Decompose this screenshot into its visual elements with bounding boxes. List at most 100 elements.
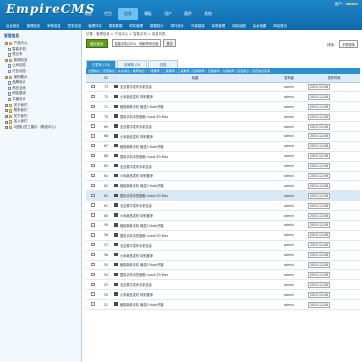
expand-icon[interactable]: + (5, 126, 8, 130)
row-title-link[interactable]: 无边框中发布手机信息 (120, 85, 152, 89)
row-title-link[interactable]: 小米新品发布 特别推荐 (120, 214, 153, 218)
table-row[interactable]: 53 无边框中发布手机信息 admin 2015-12-08 (86, 279, 360, 291)
sub-nav-item[interactable]: 更新数据 (109, 22, 123, 30)
row-title-link[interactable]: 魅族新款手机 魅蓝3 Note开箱 (120, 145, 163, 149)
row-checkbox[interactable] (91, 213, 95, 217)
row-title-link[interactable]: 魅族新款手机 魅蓝3 Note开箱 (120, 184, 163, 188)
top-nav-item[interactable]: 信息 (118, 8, 138, 20)
table-row[interactable]: 65 无边框中发布手机信息 admin 2015-12-08 (86, 161, 360, 172)
collapse-icon[interactable]: − (5, 59, 8, 63)
expand-icon[interactable]: + (5, 109, 8, 113)
top-nav-item[interactable]: 栏目 (98, 8, 118, 20)
row-checkbox[interactable] (91, 173, 95, 178)
sub-nav-item[interactable]: 后台首页 (6, 22, 20, 30)
user-name[interactable]: admin (345, 2, 358, 6)
table-row[interactable]: 73 无边框中发布手机信息 admin 2015-12-08 (86, 82, 360, 93)
row-title-link[interactable]: 小米新品发布 特别推荐 (120, 95, 153, 99)
sub-nav-item[interactable]: 标签管理 (212, 22, 226, 30)
col-time[interactable]: 发布时间 (308, 74, 360, 83)
row-title-link[interactable]: 魅族新款手机 魅蓝3 Note开箱 (120, 224, 163, 228)
row-title-link[interactable]: 魅族新款手机 魅蓝3 Note开箱 (120, 303, 163, 307)
row-title-link[interactable]: 小米新品发布 特别推荐 (120, 135, 153, 139)
sub-nav-item[interactable]: 外部链接 (191, 22, 205, 30)
table-row[interactable]: 64 小米新品发布 特别推荐 admin 2015-12-08 (86, 171, 360, 182)
row-checkbox[interactable] (91, 262, 95, 267)
table-row[interactable]: 70 国际手机中的旗舰 nubia Z9 Max admin 2015-12-08 (86, 111, 360, 123)
table-row[interactable]: 58 国际手机中的旗舰 nubia Z9 Max admin 2015-12-08 (86, 230, 360, 241)
table-row[interactable]: 69 无边框中发布手机信息 admin 2015-12-08 (86, 121, 360, 132)
sort-select[interactable]: 不限排序 (339, 40, 358, 49)
row-checkbox[interactable] (91, 94, 95, 99)
row-title-link[interactable]: 国际手机中的旗舰 nubia Z9 Max (120, 115, 168, 119)
row-title-link[interactable]: 国际手机中的旗舰 nubia Z9 Max (120, 273, 168, 277)
status-tab[interactable]: 归档 (148, 60, 178, 68)
collapse-icon[interactable]: − (5, 75, 8, 79)
row-title-link[interactable]: 魅族新款手机 魅蓝3 Note开箱 (120, 105, 163, 109)
collapse-icon[interactable]: − (5, 42, 8, 46)
row-title-link[interactable]: 小米新品发布 特别推荐 (120, 174, 153, 178)
table-row[interactable]: 72 小米新品发布 特别推荐 admin 2015-12-08 (86, 91, 360, 103)
table-row[interactable]: 63 魅族新款手机 魅蓝3 Note开箱 admin 2015-12-08 (86, 180, 360, 192)
expand-icon[interactable]: + (5, 103, 8, 107)
sub-nav-item[interactable]: 网站首页 (273, 22, 287, 30)
add-info-button[interactable]: 增加信息 (86, 38, 108, 48)
top-nav-item[interactable]: 模板 (138, 8, 158, 20)
row-checkbox[interactable] (91, 104, 95, 108)
row-title-link[interactable]: 无边框中发布手机信息 (120, 125, 152, 129)
status-tab[interactable]: 已发布 (33) (86, 60, 116, 68)
expand-icon[interactable]: + (5, 115, 8, 119)
sub-nav-item[interactable]: 审核信息 (47, 22, 61, 30)
table-row[interactable]: 66 国际手机中的旗舰 nubia Z9 Max admin 2015-12-08 (86, 151, 360, 162)
row-title-link[interactable]: 小米新品发布 特别推荐 (120, 293, 153, 297)
top-nav-item[interactable]: 插件 (178, 8, 198, 20)
sub-nav-item[interactable]: 后台地图 (253, 22, 267, 30)
row-checkbox[interactable] (91, 114, 95, 118)
row-checkbox[interactable] (91, 243, 95, 247)
table-row[interactable]: 60 小米新品发布 特别推荐 admin 2015-12-08 (86, 210, 360, 221)
category-select[interactable]: 智能手机(ID:5) · 刷新所有页面 (111, 38, 162, 48)
top-nav-item[interactable]: 其他 (198, 8, 218, 20)
row-checkbox[interactable] (91, 292, 95, 296)
table-row[interactable]: 52 小米新品发布 特别推荐 admin 2015-12-08 (86, 289, 360, 301)
row-title-link[interactable]: 无边框中发布手机信息 (120, 165, 152, 169)
row-title-link[interactable]: 国际手机中的旗舰 nubia Z9 Max (120, 194, 168, 198)
status-tab[interactable]: 待审核 (0) (117, 60, 147, 68)
row-checkbox[interactable] (91, 282, 95, 286)
table-row[interactable]: 57 无边框中发布手机信息 admin 2015-12-08 (86, 240, 360, 251)
row-checkbox[interactable] (91, 153, 95, 158)
row-checkbox[interactable] (91, 203, 95, 207)
row-checkbox[interactable] (91, 193, 95, 197)
row-checkbox[interactable] (91, 124, 95, 128)
sub-nav-item[interactable]: 附件管理 (129, 22, 143, 30)
top-nav-item[interactable]: 用户 (158, 8, 178, 20)
sub-nav-item[interactable]: 签发信息 (68, 22, 82, 30)
table-row[interactable]: 51 魅族新款手机 魅蓝3 Note开箱 admin 2015-12-08 (86, 299, 360, 310)
table-row[interactable]: 62 国际手机中的旗舰 nubia Z9 Max admin 2015-12-08 (86, 190, 360, 202)
sub-nav-item[interactable]: 排行统计 (171, 22, 185, 30)
table-row[interactable]: 56 小米新品发布 特别推荐 admin 2015-12-08 (86, 250, 360, 261)
table-row[interactable]: 59 魅族新款手机 魅蓝3 Note开箱 admin 2015-12-08 (86, 220, 360, 231)
table-row[interactable]: 71 魅族新款手机 魅蓝3 Note开箱 admin 2015-12-08 (86, 101, 360, 113)
table-row[interactable]: 68 小米新品发布 特别推荐 admin 2015-12-08 (86, 131, 360, 142)
row-title-link[interactable]: 国际手机中的旗舰 nubia Z9 Max (120, 234, 168, 238)
sub-nav-item[interactable]: 管理评论 (88, 22, 102, 30)
row-checkbox[interactable] (91, 233, 95, 237)
row-checkbox[interactable] (91, 163, 95, 168)
sub-nav-item[interactable]: 网站地图 (232, 22, 246, 30)
refresh-button[interactable]: 提交 (163, 38, 176, 48)
sub-nav-item[interactable]: 数据统计 (150, 22, 164, 30)
sub-nav-item[interactable]: 管理信息 (27, 22, 41, 30)
row-checkbox[interactable] (91, 144, 95, 148)
row-checkbox[interactable] (91, 84, 95, 89)
row-title-link[interactable]: 魅族新款手机 魅蓝3 Note开箱 (120, 263, 163, 267)
table-row[interactable]: 54 国际手机中的旗舰 nubia Z9 Max admin 2015-12-08 (86, 269, 360, 281)
table-row[interactable]: 67 魅族新款手机 魅蓝3 Note开箱 admin 2015-12-08 (86, 141, 360, 152)
expand-icon[interactable]: + (5, 120, 8, 124)
table-row[interactable]: 61 无边框中发布手机信息 admin 2015-12-08 (86, 200, 360, 212)
table-row[interactable]: 55 魅族新款手机 魅蓝3 Note开箱 admin 2015-12-08 (86, 260, 360, 271)
row-checkbox[interactable] (91, 183, 95, 188)
top-nav-item[interactable]: 系统 (78, 8, 98, 20)
row-title-link[interactable]: 无边框中发布手机信息 (120, 283, 152, 287)
row-checkbox[interactable] (91, 223, 95, 227)
col-id[interactable]: ID (100, 74, 112, 83)
